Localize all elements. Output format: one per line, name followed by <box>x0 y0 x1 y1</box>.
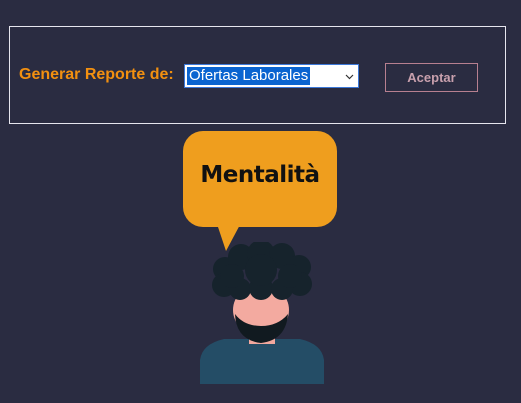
person-icon <box>200 242 324 384</box>
select-selected-value: Ofertas Laborales <box>187 67 311 85</box>
report-type-select[interactable]: Ofertas Laborales <box>184 64 359 88</box>
bubble-text: Mentalità <box>200 162 320 188</box>
accept-button[interactable]: Aceptar <box>385 63 478 92</box>
report-panel: Generar Reporte de: Ofertas Laborales Ac… <box>9 26 506 124</box>
report-label: Generar Reporte de: <box>19 66 174 83</box>
mentalita-illustration: Mentalità <box>183 131 337 384</box>
chevron-down-icon[interactable] <box>345 72 354 81</box>
speech-bubble: Mentalità <box>183 131 337 227</box>
